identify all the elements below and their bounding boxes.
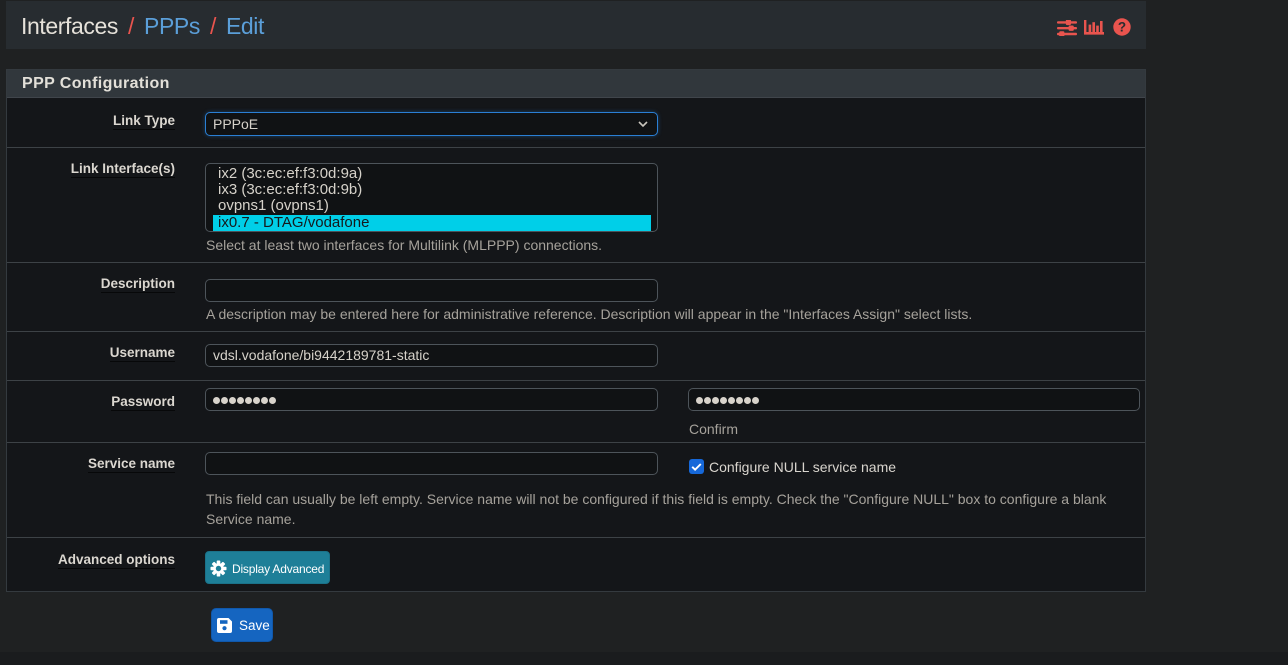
svg-text:?: ? bbox=[1118, 20, 1126, 35]
